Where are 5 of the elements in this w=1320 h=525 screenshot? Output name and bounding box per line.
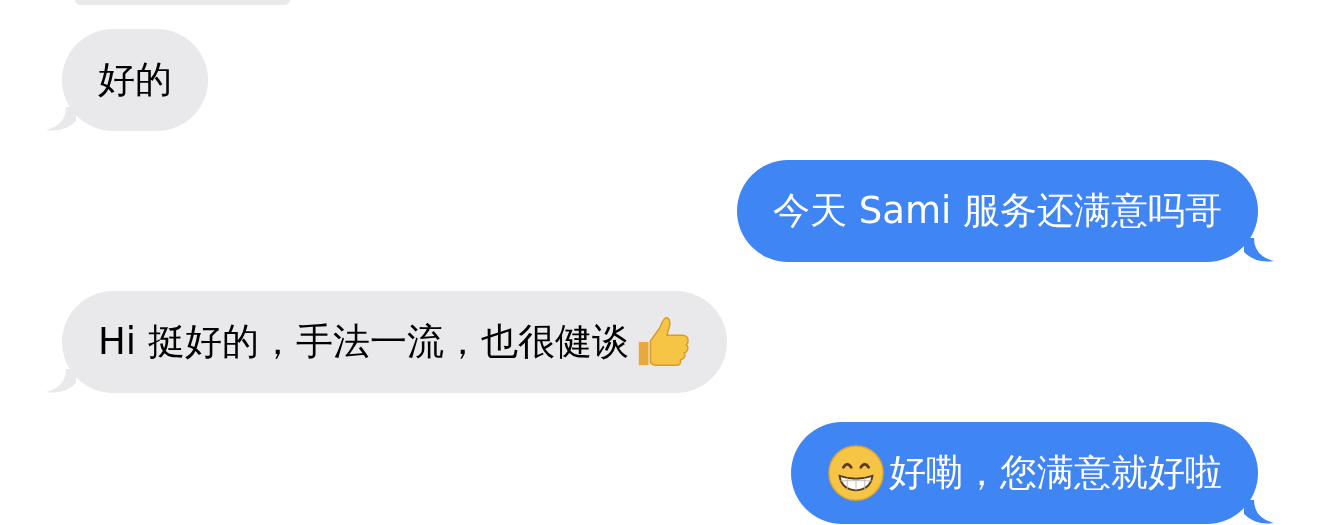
message-text: Hi 挺好的，手法一流，也很健谈 [98,319,629,365]
message-text: 今天 Sami 服务还满意吗哥 [773,188,1222,234]
message-text: 好的 [98,57,172,103]
message-text: 好嘞，您满意就好啦 [889,450,1222,496]
grinning-face-icon [827,444,885,502]
